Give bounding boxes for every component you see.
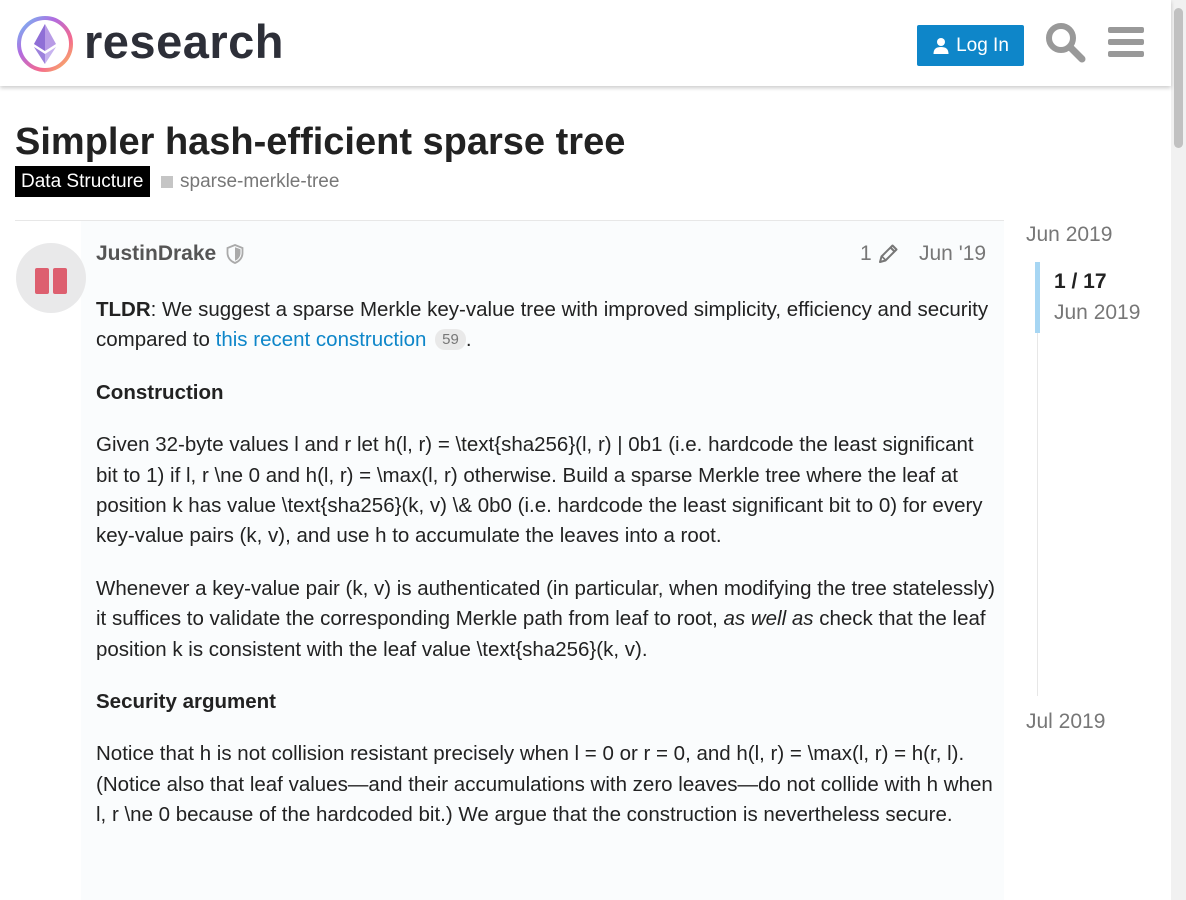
login-label: Log In [956,34,1009,56]
link-click-count: 59 [435,329,466,351]
construction-heading: Construction [96,378,996,408]
category-badge[interactable]: Data Structure [15,166,150,197]
edit-count[interactable]: 1 [860,240,872,268]
tldr-label: TLDR [96,298,151,321]
security-paragraph: Notice that h is not collision resistant… [96,742,993,827]
tag-label: sparse-merkle-tree [180,170,340,192]
authentication-paragraph: Whenever a key-value pair (k, v) is auth… [96,574,996,665]
topic-title[interactable]: Simpler hash-efficient sparse tree [15,118,625,166]
timeline-position-date: Jun 2019 [1054,301,1141,324]
scrollbar-thumb[interactable] [1174,8,1183,148]
site-header: research Log In [0,0,1171,86]
tldr-end: . [465,328,472,352]
security-heading-text: Security argument [96,690,276,714]
tldr-paragraph: TLDR: We suggest a sparse Merkle key-val… [96,295,996,356]
hamburger-menu-icon[interactable] [1106,22,1146,62]
post-date[interactable]: Jun '19 [919,240,986,268]
timeline-handle[interactable] [1035,262,1040,333]
construction-paragraph: Given 32-byte values l and r let h(l, r)… [96,433,983,548]
post-content: TLDR: We suggest a sparse Merkle key-val… [96,295,996,853]
page-scrollbar[interactable] [1171,0,1186,900]
security-heading: Security argument [96,687,996,717]
login-button[interactable]: Log In [917,25,1024,66]
construction-heading-text: Construction [96,380,224,404]
pencil-icon[interactable] [876,242,900,266]
timeline-position: 1 / 17 [1054,270,1107,293]
timeline-start-date[interactable]: Jun 2019 [1026,221,1112,249]
avatar[interactable] [16,243,86,313]
site-name[interactable]: research [84,12,284,72]
post-username[interactable]: JustinDrake [96,240,216,268]
auth-emphasis: as well as [723,607,814,631]
tag-link[interactable]: sparse-merkle-tree [161,166,339,197]
search-icon[interactable] [1044,21,1086,63]
timeline-end-date[interactable]: Jul 2019 [1026,708,1105,736]
user-icon [933,37,949,54]
ethereum-logo-icon[interactable] [16,15,74,73]
recent-construction-link[interactable]: this recent construction [216,328,427,351]
shield-icon [226,244,244,264]
tag-square-icon [161,175,173,188]
